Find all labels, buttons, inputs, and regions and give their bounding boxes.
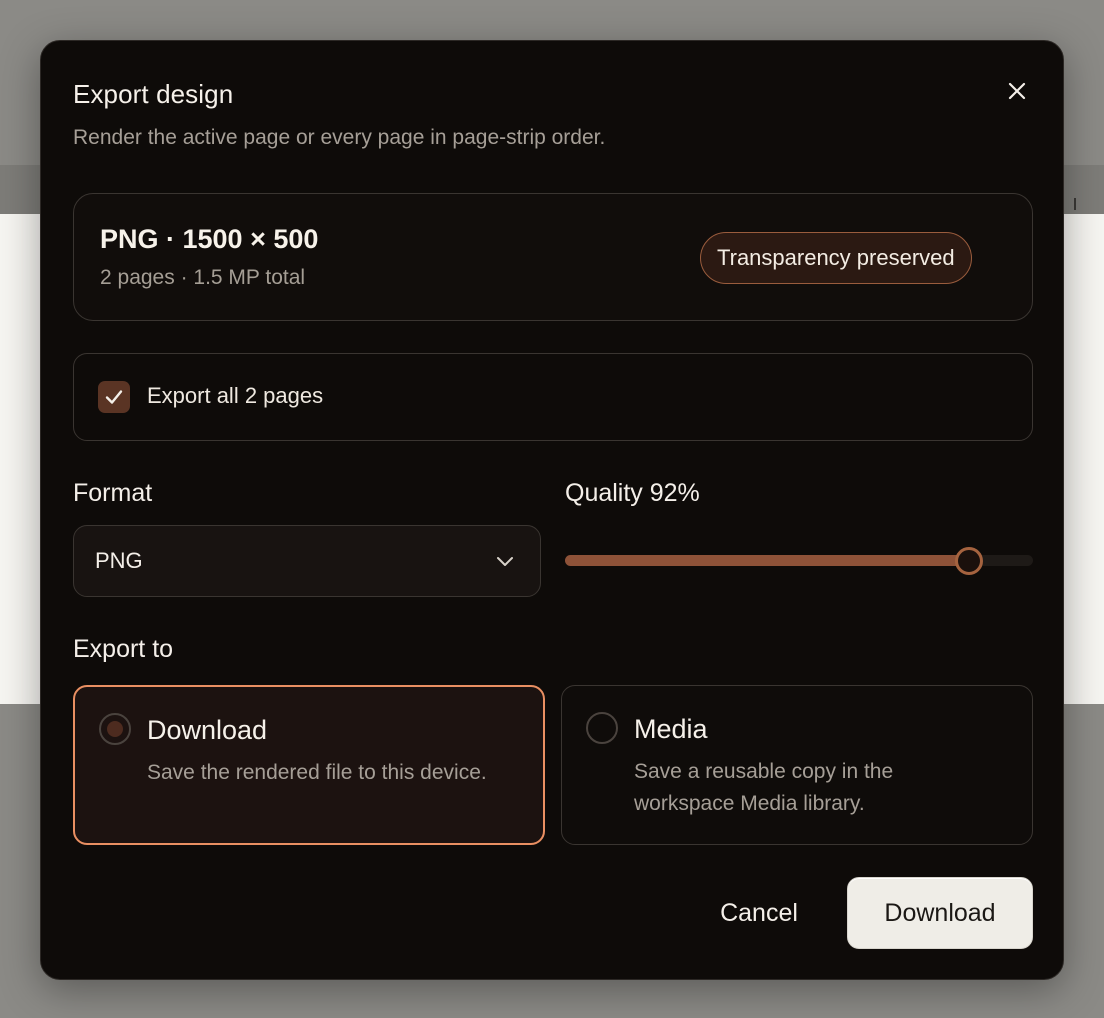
format-select[interactable]: PNG [73, 525, 541, 597]
dialog-title: Export design [73, 79, 234, 109]
media-radio[interactable] [586, 712, 618, 744]
format-label: Format [73, 479, 153, 507]
download-radio[interactable] [99, 713, 131, 745]
backdrop-marker [1074, 198, 1076, 210]
format-selected-value: PNG [95, 548, 143, 573]
cancel-button[interactable]: Cancel [693, 877, 825, 949]
summary-details: 2 pages · 1.5 MP total [100, 266, 306, 289]
download-option-title: Download [147, 715, 268, 745]
slider-thumb[interactable] [955, 547, 983, 575]
slider-fill [565, 555, 966, 566]
dialog-subtitle: Render the active page or every page in … [73, 126, 606, 149]
destination-media-option[interactable]: Media Save a reusable copy in the worksp… [561, 685, 1033, 845]
download-button[interactable]: Download [847, 877, 1033, 949]
chevron-down-icon [497, 557, 513, 566]
summary-headline: PNG · 1500 × 500 [100, 224, 319, 254]
export-all-label: Export all 2 pages [147, 383, 324, 408]
radio-selected-dot [107, 721, 123, 737]
media-option-title: Media [634, 714, 708, 744]
download-option-description: Save the rendered file to this device. [147, 761, 487, 784]
quality-slider[interactable] [565, 541, 1033, 581]
export-all-checkbox[interactable] [98, 381, 130, 413]
export-to-label: Export to [73, 635, 174, 663]
check-icon [105, 390, 123, 404]
quality-label: Quality 92% [565, 479, 700, 507]
close-button[interactable] [999, 73, 1035, 109]
close-icon [1008, 82, 1026, 100]
export-summary-card: PNG · 1500 × 500 2 pages · 1.5 MP total … [73, 193, 1033, 321]
export-all-pages-option[interactable]: Export all 2 pages [73, 353, 1033, 441]
transparency-badge: Transparency preserved [700, 232, 972, 284]
destination-download-option[interactable]: Download Save the rendered file to this … [73, 685, 545, 845]
media-option-description: Save a reusable copy in the workspace Me… [634, 760, 894, 815]
export-dialog: Export design Render the active page or … [40, 40, 1064, 980]
